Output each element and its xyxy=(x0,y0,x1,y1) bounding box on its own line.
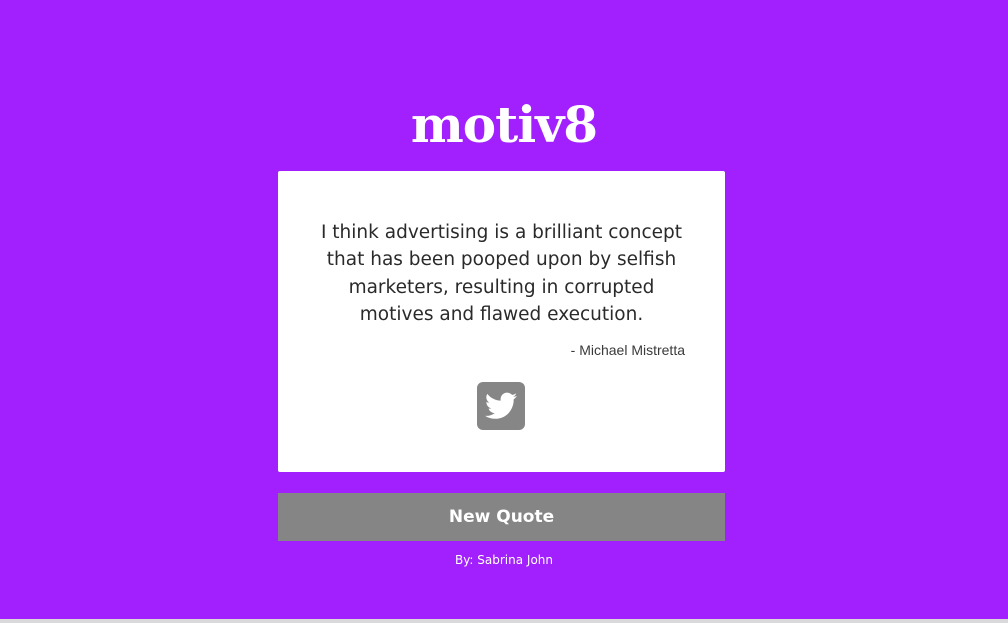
twitter-bird-icon xyxy=(485,392,517,419)
quote-text: I think advertising is a brilliant conce… xyxy=(320,222,683,326)
app-logo: motiv8 xyxy=(410,95,598,154)
tweet-quote-button[interactable] xyxy=(477,382,525,430)
author-credit: By: Sabrina John xyxy=(454,553,554,567)
quote-author: - Michael Mistretta xyxy=(570,342,685,358)
new-quote-button[interactable]: New Quote xyxy=(278,493,725,541)
quote-card: I think advertising is a brilliant conce… xyxy=(278,171,725,472)
bottom-border xyxy=(0,619,1008,623)
